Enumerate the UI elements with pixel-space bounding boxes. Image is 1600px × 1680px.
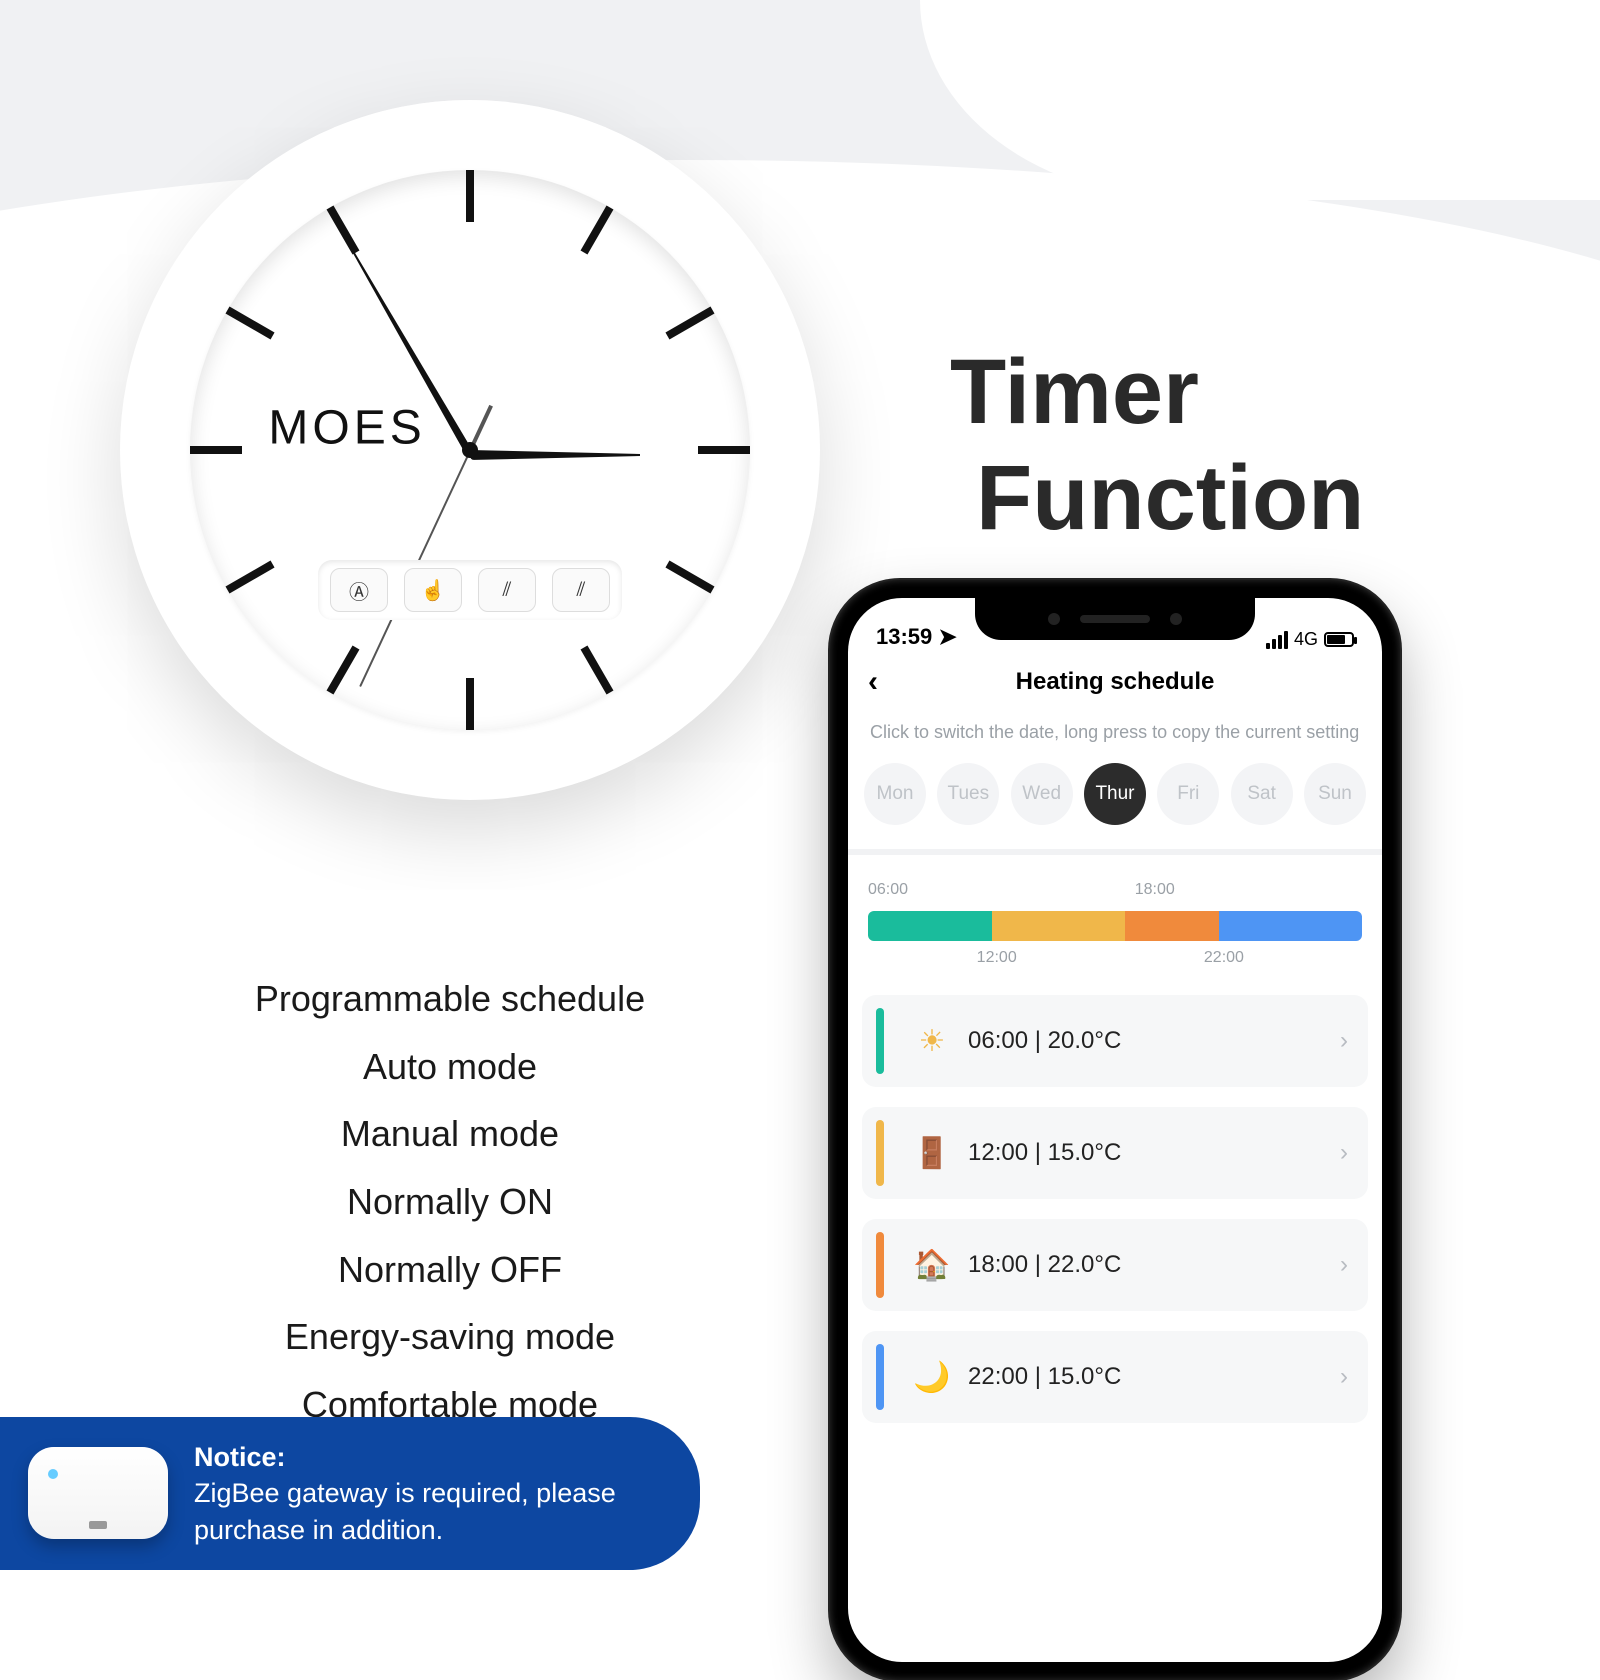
timeline: 06:00 18:00 12:00 22:00	[848, 855, 1382, 985]
clock-center-dot	[462, 442, 478, 458]
clock-tick	[665, 307, 714, 340]
clock-tick	[226, 307, 275, 340]
feature-item: Energy-saving mode	[200, 1303, 700, 1371]
notice-body: ZigBee gateway is required, please purch…	[194, 1478, 616, 1544]
schedule-row[interactable]: ☀ 06:00 | 20.0°C ›	[862, 995, 1368, 1087]
feature-list: Programmable schedule Auto mode Manual m…	[200, 965, 700, 1439]
back-button[interactable]: ‹	[868, 665, 878, 699]
schedule-row[interactable]: 🌙 22:00 | 15.0°C ›	[862, 1331, 1368, 1423]
day-sun[interactable]: Sun	[1304, 763, 1366, 825]
timeline-bar[interactable]	[868, 911, 1362, 941]
clock-manual-icon: ☝	[404, 568, 462, 612]
clock-brand: MOES	[268, 400, 425, 455]
clock-tick	[665, 561, 714, 594]
gateway-device-icon	[28, 1447, 168, 1539]
timeline-seg-3	[1125, 911, 1219, 941]
clock-tick	[226, 561, 275, 594]
hint-text: Click to switch the date, long press to …	[848, 710, 1382, 763]
day-tue[interactable]: Tues	[937, 763, 999, 825]
chevron-right-icon: ›	[1340, 1251, 1348, 1279]
row-accent	[876, 1344, 884, 1410]
title-line-2: Function	[950, 446, 1364, 552]
network-label: 4G	[1294, 629, 1318, 650]
battery-icon	[1324, 632, 1354, 647]
screen-title: Heating schedule	[1016, 668, 1215, 696]
signal-icon	[1266, 631, 1288, 649]
clock-tick	[327, 206, 360, 255]
sun-icon: ☀	[910, 1024, 954, 1059]
row-text: 12:00 | 15.0°C	[968, 1139, 1121, 1167]
notice-banner: Notice: ZigBee gateway is required, plea…	[0, 1417, 700, 1570]
page-title: Timer Function	[950, 340, 1364, 552]
clock-hour-hand	[470, 450, 640, 460]
timeline-labels-bottom: 12:00 22:00	[868, 949, 1362, 971]
phone-screen: 13:59 ➤ 4G ‹ Heating schedule Click to s…	[848, 598, 1382, 1662]
phone-notch	[975, 598, 1255, 640]
title-line-1: Timer	[950, 340, 1364, 446]
day-selector: Mon Tues Wed Thur Fri Sat Sun	[848, 763, 1382, 849]
clock-tick	[190, 446, 242, 454]
clock-auto-icon: Ⓐ	[330, 568, 388, 612]
timeline-labels-top: 06:00 18:00	[868, 881, 1362, 903]
feature-item: Normally OFF	[200, 1236, 700, 1304]
row-text: 18:00 | 22.0°C	[968, 1251, 1121, 1279]
moon-icon: 🌙	[910, 1360, 954, 1395]
door-icon: 🚪	[910, 1136, 954, 1171]
clock-mode-buttons: Ⓐ ☝ ⫽ ⫽	[318, 560, 622, 620]
clock-tick	[466, 170, 474, 222]
row-text: 22:00 | 15.0°C	[968, 1363, 1121, 1391]
row-accent	[876, 1120, 884, 1186]
notice-text: Notice: ZigBee gateway is required, plea…	[194, 1439, 660, 1548]
app-header: ‹ Heating schedule	[848, 654, 1382, 710]
location-icon: ➤	[938, 624, 956, 649]
chevron-right-icon: ›	[1340, 1027, 1348, 1055]
day-wed[interactable]: Wed	[1011, 763, 1073, 825]
timeline-seg-2	[992, 911, 1125, 941]
clock-face: MOES Ⓐ ☝ ⫽ ⫽	[190, 170, 750, 730]
day-sat[interactable]: Sat	[1231, 763, 1293, 825]
phone-mockup: 13:59 ➤ 4G ‹ Heating schedule Click to s…	[830, 580, 1400, 1680]
status-right: 4G	[1266, 629, 1354, 650]
feature-item: Auto mode	[200, 1033, 700, 1101]
clock: MOES Ⓐ ☝ ⫽ ⫽	[120, 100, 820, 800]
clock-tick	[698, 446, 750, 454]
chevron-right-icon: ›	[1340, 1139, 1348, 1167]
feature-item: Normally ON	[200, 1168, 700, 1236]
schedule-row[interactable]: 🏠 18:00 | 22.0°C ›	[862, 1219, 1368, 1311]
notice-heading: Notice:	[194, 1439, 660, 1475]
feature-item: Programmable schedule	[200, 965, 700, 1033]
row-text: 06:00 | 20.0°C	[968, 1027, 1121, 1055]
clock-tick	[581, 645, 614, 694]
row-accent	[876, 1008, 884, 1074]
clock-tick	[466, 678, 474, 730]
day-thu[interactable]: Thur	[1084, 763, 1146, 825]
home-icon: 🏠	[910, 1248, 954, 1283]
schedule-row[interactable]: 🚪 12:00 | 15.0°C ›	[862, 1107, 1368, 1199]
clock-off-icon: ⫽	[552, 568, 610, 612]
clock-on-icon: ⫽	[478, 568, 536, 612]
chevron-right-icon: ›	[1340, 1363, 1348, 1391]
timeline-seg-4	[1219, 911, 1362, 941]
schedule-rows: ☀ 06:00 | 20.0°C › 🚪 12:00 | 15.0°C › 🏠 …	[848, 985, 1382, 1443]
row-accent	[876, 1232, 884, 1298]
feature-item: Manual mode	[200, 1100, 700, 1168]
day-mon[interactable]: Mon	[864, 763, 926, 825]
timeline-seg-1	[868, 911, 992, 941]
day-fri[interactable]: Fri	[1157, 763, 1219, 825]
clock-tick	[581, 206, 614, 255]
clock-tick	[327, 645, 360, 694]
status-time: 13:59 ➤	[876, 624, 957, 650]
